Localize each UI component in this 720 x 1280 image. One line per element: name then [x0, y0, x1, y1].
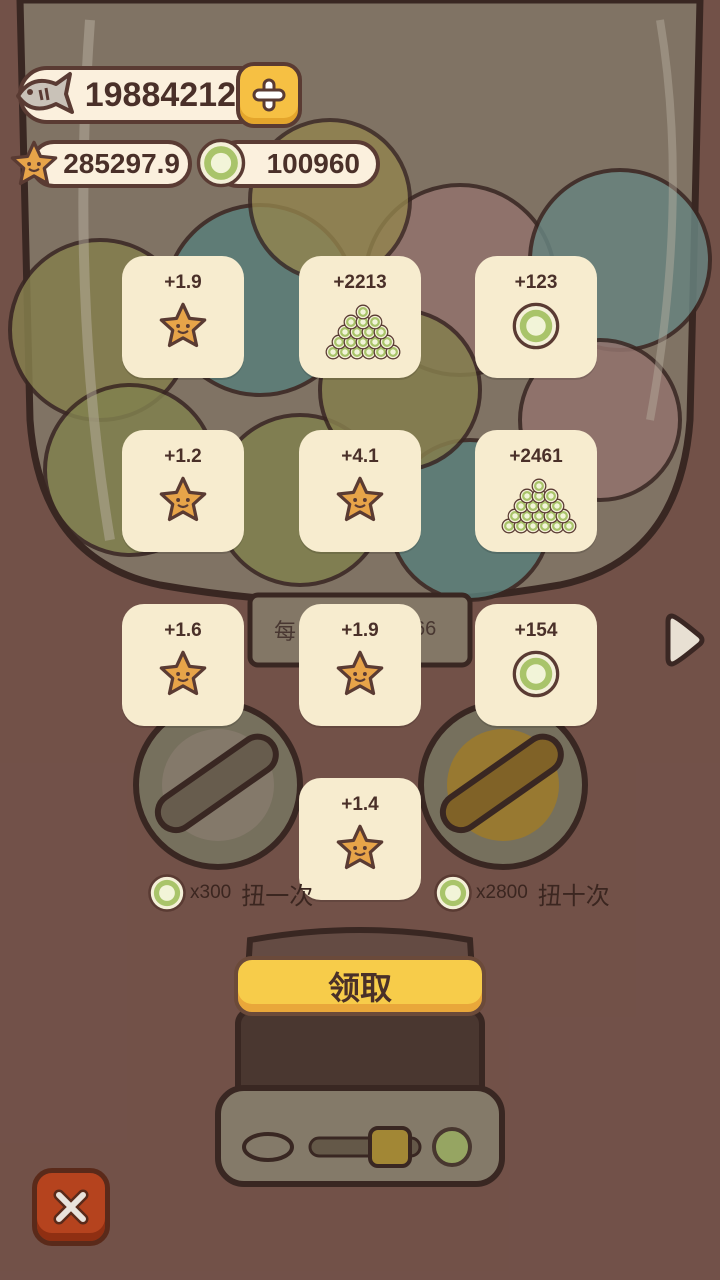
- reward-tile: +1.2: [122, 430, 244, 552]
- fish-icon: [16, 72, 74, 114]
- plus-icon: [252, 78, 286, 112]
- star-icon: [334, 648, 386, 705]
- reward-tile: +123: [475, 256, 597, 378]
- coin-amount: 100960: [266, 148, 360, 179]
- spin-ten-price: x2800: [476, 882, 528, 903]
- coin-icon: [194, 136, 248, 190]
- star-icon: [157, 648, 209, 705]
- star-icon: [157, 300, 209, 357]
- fish-amount: 19884212: [84, 75, 236, 114]
- coin-pile-icon: [314, 296, 406, 365]
- coin-icon: [510, 300, 562, 357]
- spin-once-cost[interactable]: x300 扭一次: [146, 872, 313, 914]
- spin-once-price: x300: [190, 882, 232, 903]
- spin-ten-label: 扭十次: [537, 882, 610, 910]
- reward-tile: +2461: [475, 430, 597, 552]
- reward-tile: +4.1: [299, 430, 421, 552]
- star-icon: [334, 822, 386, 879]
- reward-amount: +1.9: [164, 272, 202, 293]
- reward-tile: +154: [475, 604, 597, 726]
- star-icon: [157, 474, 209, 531]
- reward-tile: +1.9: [122, 256, 244, 378]
- reward-tile: +1.9: [299, 604, 421, 726]
- spin-ten-cost[interactable]: x2800 扭十次: [432, 872, 610, 914]
- coin-icon: [432, 872, 474, 914]
- reward-amount: +2461: [509, 446, 563, 467]
- reward-amount: +1.9: [341, 620, 379, 641]
- reward-amount: +1.2: [164, 446, 202, 467]
- reward-tile: +1.4: [299, 778, 421, 900]
- reward-tile: +2213: [299, 256, 421, 378]
- spin-once-label: 扭一次: [241, 882, 314, 910]
- reward-amount: +2213: [333, 272, 387, 293]
- reward-amount: +1.4: [341, 794, 379, 815]
- close-icon: [53, 1189, 89, 1225]
- reward-amount: +123: [514, 272, 558, 293]
- close-button[interactable]: [32, 1168, 110, 1246]
- coin-icon: [146, 872, 188, 914]
- game-screen: 每 66 19884212 285297.9 100960 +1.9 +2213 +…: [0, 0, 720, 1280]
- coin-icon: [510, 648, 562, 705]
- star-amount: 285297.9: [63, 148, 180, 179]
- add-fish-button[interactable]: [236, 62, 302, 128]
- claim-button[interactable]: 领取: [234, 956, 486, 1016]
- star-icon: [8, 138, 60, 190]
- reward-amount: +4.1: [341, 446, 379, 467]
- reward-amount: +154: [514, 620, 558, 641]
- reward-tile: +1.6: [122, 604, 244, 726]
- coin-pile-icon: [490, 470, 582, 539]
- next-arrow-icon[interactable]: [662, 608, 706, 672]
- star-icon: [334, 474, 386, 531]
- reward-amount: +1.6: [164, 620, 202, 641]
